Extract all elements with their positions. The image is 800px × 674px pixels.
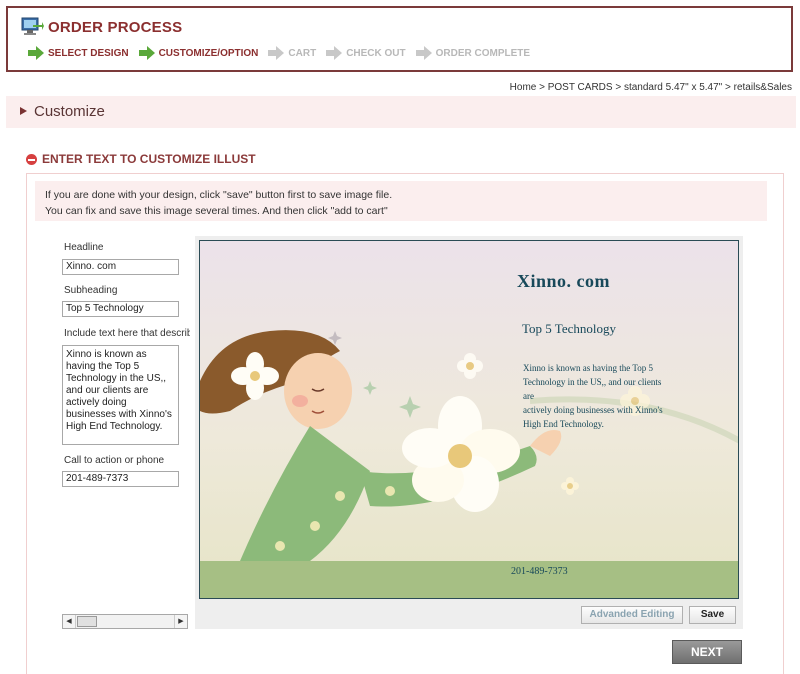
arrow-right-icon bbox=[138, 46, 155, 60]
arrow-right-icon bbox=[415, 46, 432, 60]
customize-bar: Customize bbox=[6, 96, 796, 128]
horizontal-scrollbar[interactable]: ◀ ▶ bbox=[62, 614, 188, 629]
order-process-header: ORDER PROCESS SELECT DESIGN CUSTOMIZE/OP… bbox=[6, 6, 793, 72]
subheading-label: Subheading bbox=[64, 285, 118, 296]
arrow-right-icon bbox=[326, 46, 343, 60]
order-process-title: ORDER PROCESS bbox=[48, 19, 183, 36]
section-title-text: ENTER TEXT TO CUSTOMIZE ILLUST bbox=[42, 152, 256, 166]
step-label: SELECT DESIGN bbox=[48, 47, 129, 59]
call-to-action-label: Call to action or phone bbox=[64, 455, 165, 466]
phone-input[interactable]: 201-489-7373 bbox=[62, 471, 179, 487]
design-preview: Xinno. com Top 5 Technology Xinno is kno… bbox=[195, 236, 743, 629]
step-order-complete: ORDER COMPLETE bbox=[415, 46, 531, 60]
section-title: ENTER TEXT TO CUSTOMIZE ILLUST bbox=[26, 152, 256, 166]
step-label: CUSTOMIZE/OPTION bbox=[158, 47, 259, 59]
scroll-left-icon[interactable]: ◀ bbox=[63, 615, 76, 628]
card-phone: 201-489-7373 bbox=[511, 566, 568, 577]
subheading-input[interactable]: Top 5 Technology bbox=[62, 301, 179, 317]
next-button[interactable]: NEXT bbox=[672, 640, 742, 664]
step-cart: CART bbox=[268, 46, 316, 60]
card-subheading: Top 5 Technology bbox=[522, 321, 616, 336]
postcard-canvas[interactable]: Xinno. com Top 5 Technology Xinno is kno… bbox=[199, 240, 739, 599]
step-check-out: CHECK OUT bbox=[326, 46, 406, 60]
minus-circle-icon bbox=[26, 153, 37, 165]
card-headline: Xinno. com bbox=[517, 271, 611, 291]
scroll-right-icon[interactable]: ▶ bbox=[174, 615, 187, 628]
notice-line-2: You can fix and save this image several … bbox=[45, 205, 388, 217]
step-label: CHECK OUT bbox=[346, 47, 406, 59]
step-label: ORDER COMPLETE bbox=[435, 47, 531, 59]
breadcrumb[interactable]: Home > POST CARDS > standard 5.47" x 5.4… bbox=[510, 82, 792, 93]
headline-input[interactable]: Xinno. com bbox=[62, 259, 179, 275]
headline-label: Headline bbox=[64, 242, 104, 253]
customize-panel: If you are done with your design, click … bbox=[26, 173, 784, 674]
step-customize-option: CUSTOMIZE/OPTION bbox=[138, 46, 259, 60]
body-text-label: Include text here that describes bbox=[64, 328, 190, 339]
scroll-thumb[interactable] bbox=[77, 616, 97, 627]
computer-cart-icon bbox=[21, 17, 44, 35]
step-label: CART bbox=[288, 47, 317, 59]
triangle-right-icon bbox=[20, 107, 27, 115]
advanced-editing-button[interactable]: Advanded Editing bbox=[581, 606, 683, 624]
save-button[interactable]: Save bbox=[689, 606, 736, 624]
order-steps: SELECT DESIGN CUSTOMIZE/OPTION CART CHEC… bbox=[28, 44, 540, 62]
step-select-design: SELECT DESIGN bbox=[28, 46, 129, 60]
notice-line-1: If you are done with your design, click … bbox=[45, 189, 393, 201]
arrow-right-icon bbox=[28, 46, 44, 60]
instruction-notice: If you are done with your design, click … bbox=[35, 181, 767, 221]
card-body-text: Xinno is known as having the Top 5 Techn… bbox=[523, 363, 663, 429]
customize-label: Customize bbox=[34, 103, 105, 120]
arrow-right-icon bbox=[268, 46, 285, 60]
body-textarea[interactable]: Xinno is known as having the Top 5 Techn… bbox=[62, 345, 179, 445]
